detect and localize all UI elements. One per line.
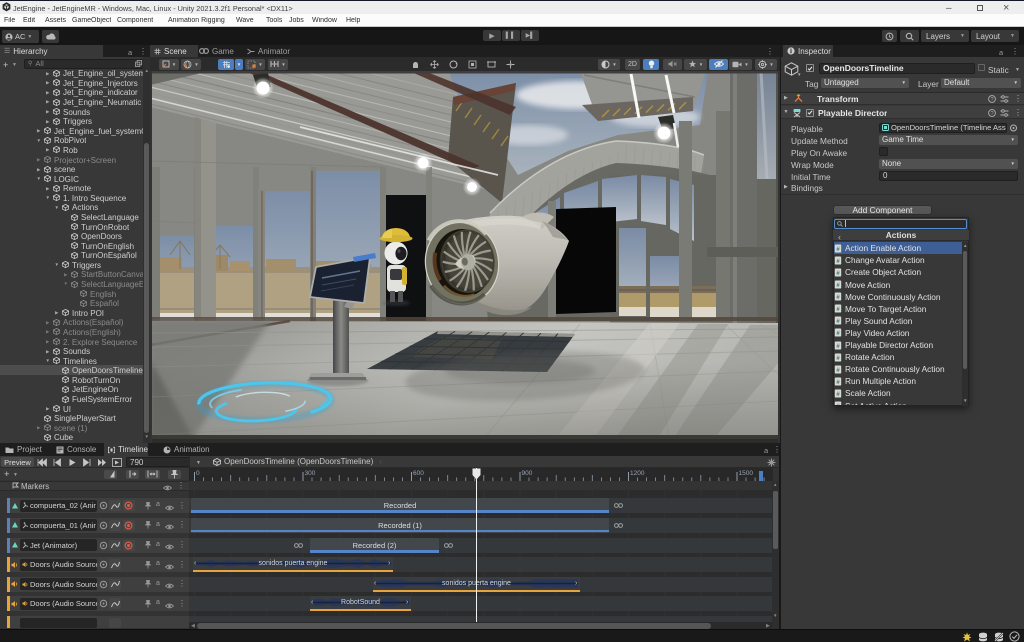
svg-text:1500: 1500 [739, 470, 754, 477]
svg-text:?: ? [990, 97, 993, 103]
svg-text:300: 300 [305, 470, 316, 477]
svg-text:?: ? [990, 111, 993, 117]
svg-text:1200: 1200 [630, 470, 645, 477]
svg-text:0: 0 [196, 470, 200, 477]
svg-text:600: 600 [413, 470, 424, 477]
svg-text:900: 900 [522, 470, 533, 477]
